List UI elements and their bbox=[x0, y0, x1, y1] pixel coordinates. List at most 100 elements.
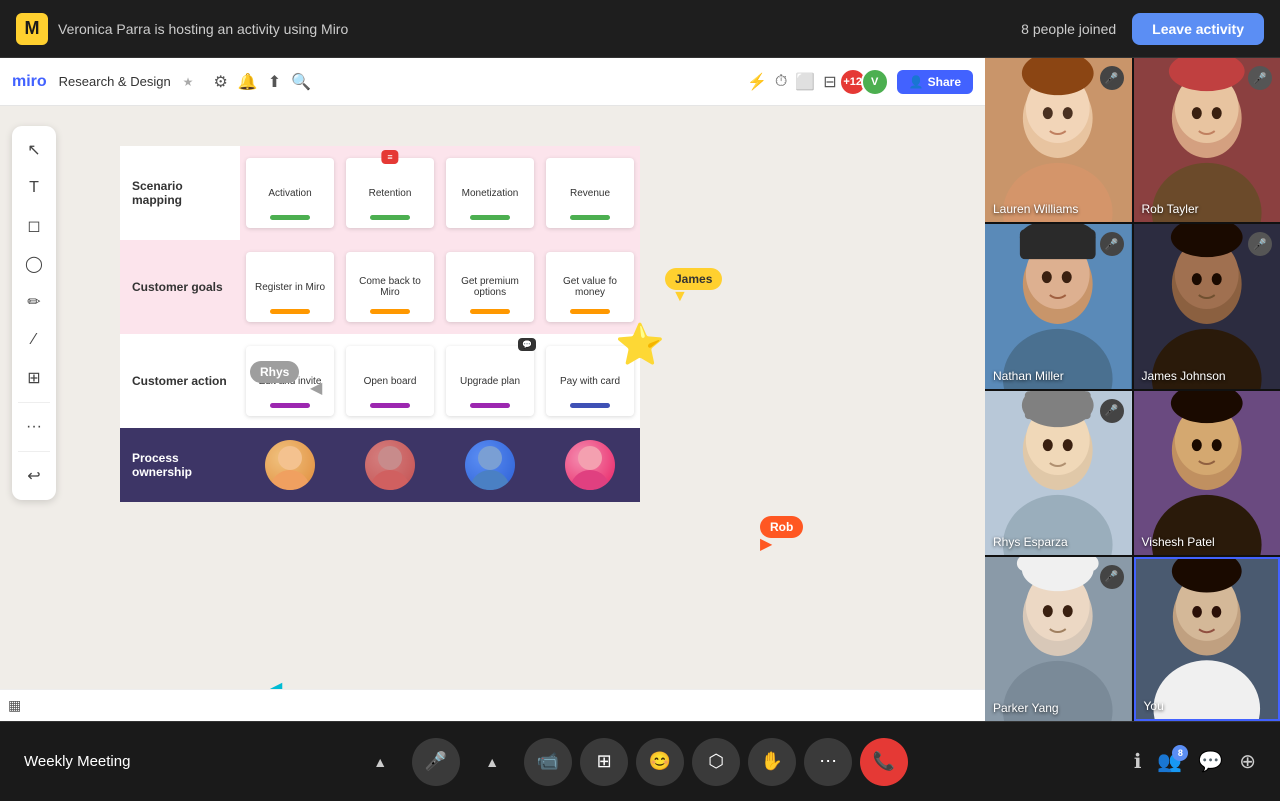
mute-icon-parker: 🎤 bbox=[1100, 565, 1124, 589]
end-call-button[interactable]: 📞 bbox=[860, 738, 908, 786]
cell-comeback: Come back to Miro bbox=[340, 240, 440, 334]
chat-button[interactable]: 💬 bbox=[1198, 749, 1223, 774]
settings-icon[interactable]: ⚙ bbox=[213, 72, 227, 92]
cursor-rhys: Rhys bbox=[250, 361, 299, 383]
participant-name-nathan: Nathan Miller bbox=[993, 369, 1064, 383]
sticky-bar-register bbox=[270, 309, 310, 314]
notifications-icon[interactable]: 🔔 bbox=[238, 72, 258, 92]
customer-goals-label: Customer goals bbox=[120, 240, 240, 334]
cell-retention: ≡ Retention bbox=[340, 146, 440, 240]
sticky-register: Register in Miro bbox=[246, 252, 334, 322]
camera-button[interactable]: 📹 bbox=[524, 738, 572, 786]
controls-right: ℹ 👥 8 💬 ⊕ bbox=[1134, 749, 1256, 774]
undo-tool[interactable]: ↩ bbox=[18, 460, 50, 492]
sticky-bar-pay bbox=[570, 403, 610, 408]
bottom-bar: Weekly Meeting ▲ 🎤 ▲ 📹 ⊞ 😊 ⬡ ✋ ⋯ 📞 ℹ 👥 8… bbox=[0, 721, 1280, 801]
frame-tool[interactable]: ⊞ bbox=[18, 362, 50, 394]
cell-monetization: Monetization bbox=[440, 146, 540, 240]
participant-name-rhys: Rhys Esparza bbox=[993, 535, 1068, 549]
sticky-retention: ≡ Retention bbox=[346, 158, 434, 228]
video-up-button[interactable]: ▲ bbox=[468, 738, 516, 786]
sticky-bar-upgrade bbox=[470, 403, 510, 408]
frame-panel-icon[interactable]: ▦ bbox=[8, 697, 21, 714]
process-ownership-row: Process ownership bbox=[120, 428, 800, 502]
scenario-board: Scenario mapping Activation ≡ Retention bbox=[120, 146, 800, 502]
lightning-icon[interactable]: ⚡ bbox=[747, 72, 767, 92]
process-cell-4 bbox=[540, 428, 640, 502]
sticky-monetization: Monetization bbox=[446, 158, 534, 228]
participant-photo-vishesh bbox=[1134, 391, 1280, 555]
sticky-activation: Activation bbox=[246, 158, 334, 228]
participants-sidebar: 🎤 Lauren Williams 🎤 Rob Tayler bbox=[985, 58, 1280, 721]
left-tool-panel: ↖ T ◻ ◯ ✏ ∕ ⊞ ··· ↩ bbox=[12, 126, 56, 500]
grid-icon[interactable]: ⊟ bbox=[823, 72, 836, 92]
miro-logo: M bbox=[16, 13, 48, 45]
more-options-button[interactable]: ⋯ bbox=[804, 738, 852, 786]
participant-tile-you: You bbox=[1134, 557, 1280, 721]
cell-premium: Get premium options bbox=[440, 240, 540, 334]
canvas-wrapper[interactable]: ↖ T ◻ ◯ ✏ ∕ ⊞ ··· ↩ James ▼ Rhys ◀ Rob ▶ bbox=[0, 106, 985, 689]
main-content: miro Research & Design ★ ⚙ 🔔 ⬆ 🔍 ⚡ ⏱ ⬜ ⊟… bbox=[0, 58, 1280, 721]
host-text: Veronica Parra is hosting an activity us… bbox=[58, 21, 348, 37]
line-tool[interactable]: ∕ bbox=[18, 324, 50, 356]
scenario-mapping-label: Scenario mapping bbox=[120, 146, 240, 240]
participant-tile-parker: 🎤 Parker Yang bbox=[985, 557, 1132, 721]
text-tool[interactable]: T bbox=[18, 172, 50, 204]
present-button[interactable]: ⬡ bbox=[692, 738, 740, 786]
favorite-star-icon[interactable]: ★ bbox=[183, 75, 194, 89]
pen-tool[interactable]: ✏ bbox=[18, 286, 50, 318]
share-label: Share bbox=[928, 75, 961, 89]
more-tools[interactable]: ··· bbox=[18, 411, 50, 443]
sticky-bar-comeback bbox=[370, 309, 410, 314]
participant-tile-nathan: 🎤 Nathan Miller bbox=[985, 224, 1132, 388]
participant-tile-james: 🎤 James Johnson bbox=[1134, 224, 1280, 388]
info-button[interactable]: ℹ bbox=[1134, 749, 1142, 774]
cursor-arrow-rhys: ◀ bbox=[310, 378, 322, 398]
chat-bubble-upgrade: 💬 bbox=[518, 338, 536, 351]
export-icon[interactable]: ⬆ bbox=[268, 72, 281, 92]
cell-upgrade: 💬 Upgrade plan bbox=[440, 334, 540, 428]
process-cell-1 bbox=[240, 428, 340, 502]
sticky-bar-revenue bbox=[570, 215, 610, 220]
sticky-bar-retention bbox=[370, 215, 410, 220]
participants-count-badge: 8 bbox=[1172, 745, 1188, 761]
process-avatar-4 bbox=[565, 440, 615, 490]
sticky-bar-monetization bbox=[470, 215, 510, 220]
toolbar-icons: ⚙ 🔔 ⬆ 🔍 bbox=[213, 72, 311, 92]
cursor-arrow-lauren: ◀ bbox=[270, 678, 282, 689]
timer-icon[interactable]: ⏱ bbox=[775, 73, 787, 91]
audio-up-button[interactable]: ▲ bbox=[356, 738, 404, 786]
sticky-upgrade: 💬 Upgrade plan bbox=[446, 346, 534, 416]
cell-revenue: Revenue bbox=[540, 146, 640, 240]
leave-activity-button[interactable]: Leave activity bbox=[1132, 13, 1264, 45]
note-tool[interactable]: ◻ bbox=[18, 210, 50, 242]
cursor-arrow-james: ▼ bbox=[672, 288, 688, 306]
controls-center: ▲ 🎤 ▲ 📹 ⊞ 😊 ⬡ ✋ ⋯ 📞 bbox=[356, 738, 908, 786]
sticky-bar-edit bbox=[270, 403, 310, 408]
retention-badge: ≡ bbox=[381, 150, 398, 164]
participants-button[interactable]: 👥 8 bbox=[1157, 749, 1182, 774]
participant-tile-rhys: 🎤 Rhys Esparza bbox=[985, 391, 1132, 555]
top-bar-left: M Veronica Parra is hosting an activity … bbox=[16, 13, 348, 45]
process-avatar-1 bbox=[265, 440, 315, 490]
participant-name-vishesh: Vishesh Patel bbox=[1142, 535, 1215, 549]
sticky-bar-openboard bbox=[370, 403, 410, 408]
search-icon[interactable]: 🔍 bbox=[291, 72, 311, 92]
customer-action-label: Customer action bbox=[120, 334, 240, 428]
sticky-bar-activation bbox=[270, 215, 310, 220]
frames-icon[interactable]: ⬜ bbox=[795, 72, 815, 92]
share-button[interactable]: 👤 Share bbox=[897, 70, 973, 94]
select-tool[interactable]: ↖ bbox=[18, 134, 50, 166]
emoji-button[interactable]: 😊 bbox=[636, 738, 684, 786]
collaborator-avatars: +12 V bbox=[845, 68, 889, 96]
activities-button[interactable]: ⊕ bbox=[1239, 749, 1256, 774]
shape-tool[interactable]: ◯ bbox=[18, 248, 50, 280]
toolbar-right: ⚡ ⏱ ⬜ ⊟ +12 V 👤 Share bbox=[747, 68, 973, 96]
raise-hand-button[interactable]: ✋ bbox=[748, 738, 796, 786]
process-avatar-3 bbox=[465, 440, 515, 490]
mute-icon-rob: 🎤 bbox=[1248, 66, 1272, 90]
sticky-bar-value bbox=[570, 309, 610, 314]
cursor-rob: Rob bbox=[760, 516, 803, 538]
layout-button[interactable]: ⊞ bbox=[580, 738, 628, 786]
microphone-button[interactable]: 🎤 bbox=[412, 738, 460, 786]
